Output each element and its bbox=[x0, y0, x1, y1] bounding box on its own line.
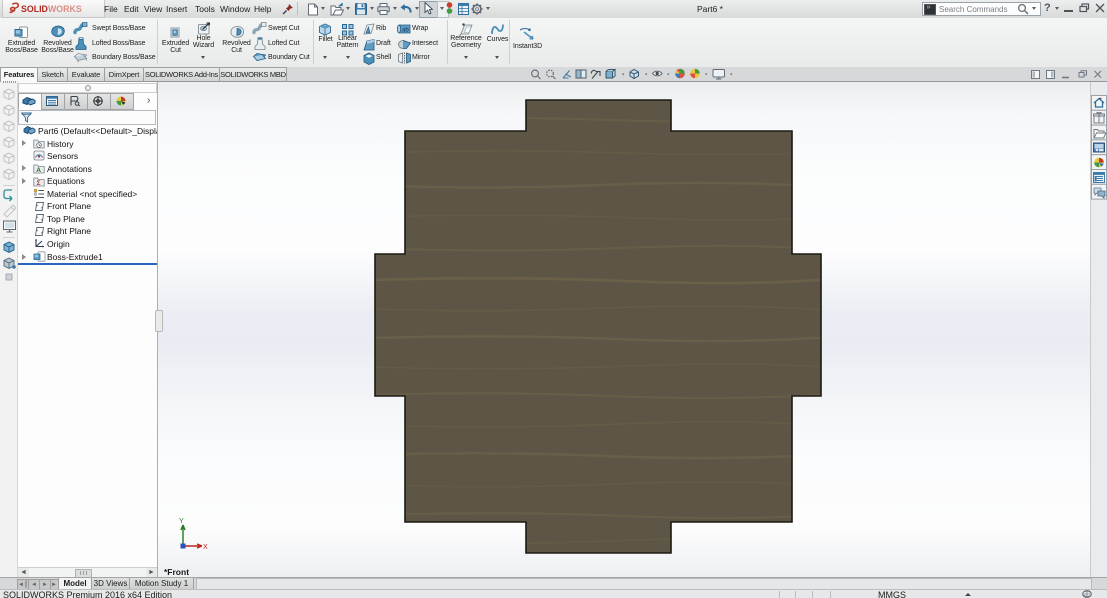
svg-text:WORKS: WORKS bbox=[48, 4, 82, 14]
svg-text:Σ: Σ bbox=[37, 180, 41, 187]
svg-text:Y: Y bbox=[179, 518, 184, 525]
svg-text:X: X bbox=[203, 544, 208, 551]
svg-text:SOLID: SOLID bbox=[21, 4, 48, 14]
svg-text:A: A bbox=[36, 167, 41, 174]
svg-text:ab: ab bbox=[402, 28, 409, 34]
